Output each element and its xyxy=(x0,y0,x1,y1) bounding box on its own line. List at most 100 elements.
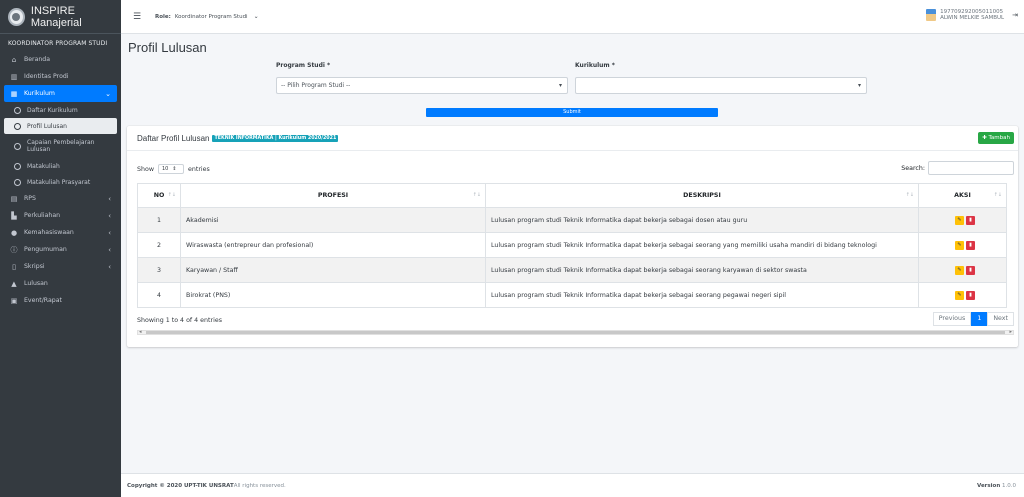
user-menu[interactable]: 197709292005011005 ALWIN MELKIE SAMBUL ⇥ xyxy=(926,9,1018,21)
chevron-down-icon: ⌄ xyxy=(105,89,111,98)
tambah-button[interactable]: ✚ Tambah xyxy=(978,132,1014,144)
profil-table: NO ↑↓ PROFESI ↑↓ DESKRIPSI ↑↓ AKSI ↑↓ 1 Akad… xyxy=(137,183,1007,308)
horizontal-scrollbar[interactable]: ◂ ▸ xyxy=(137,329,1014,335)
user-name: ALWIN MELKIE SAMBUL xyxy=(940,15,1005,21)
footer-version: Version 1.0.0 xyxy=(977,483,1016,489)
pagination-previous[interactable]: Previous xyxy=(932,312,972,326)
chevron-down-icon: ▾ xyxy=(857,82,861,89)
sidebar-item-label: Kurikulum xyxy=(24,90,55,97)
edit-icon[interactable]: ✎ xyxy=(955,215,964,225)
column-header-no[interactable]: NO ↑↓ xyxy=(137,183,181,208)
sidebar-item-rps[interactable]: ▤ RPS ‹ xyxy=(4,190,117,207)
sidebar-item-kemahasiswaan[interactable]: ● Kemahasiswaan ‹ xyxy=(4,224,117,241)
pagination-next[interactable]: Next xyxy=(987,312,1014,326)
cell-deskripsi: Lulusan program studi Teknik Informatika… xyxy=(485,232,919,258)
scrollbar-thumb[interactable] xyxy=(146,331,1005,334)
search-label: Search: xyxy=(901,164,925,172)
sidebar-subitem-matakuliah-prasyarat[interactable]: Matakuliah Prasyarat xyxy=(4,174,117,190)
graduation-cap-icon: ▲ xyxy=(11,279,17,288)
submit-button[interactable]: Submit xyxy=(426,108,718,117)
sidebar-item-perkuliahan[interactable]: ▙ Perkuliahan ‹ xyxy=(4,207,117,224)
sidebar-subitem-label: Daftar Kurikulum xyxy=(27,106,78,114)
chevron-updown-icon: ⇕ xyxy=(172,166,177,172)
cell-no: 3 xyxy=(137,257,181,283)
chevron-left-icon: ‹ xyxy=(108,194,111,203)
sidebar-item-pengumuman[interactable]: ⓘ Pengumuman ‹ xyxy=(4,241,117,258)
show-label: Show xyxy=(137,165,154,173)
circle-icon xyxy=(14,178,21,186)
brand[interactable]: INSPIRE Manajerial xyxy=(0,0,121,34)
search-control: Search: xyxy=(901,161,1014,175)
program-studi-select[interactable]: -- Pilih Program Studi -- ▾ xyxy=(276,77,568,94)
entries-label: entries xyxy=(188,165,210,173)
sidebar-subitem-matakuliah[interactable]: Matakuliah xyxy=(4,158,117,174)
version-number: 1.0.0 xyxy=(1002,482,1016,489)
logout-icon[interactable]: ⇥ xyxy=(1012,11,1018,19)
cell-aksi: ✎ ▮ xyxy=(918,282,1007,308)
sidebar-item-event-rapat[interactable]: ▣ Event/Rapat xyxy=(4,292,117,309)
sidebar-item-beranda[interactable]: ⌂ Beranda xyxy=(4,51,117,68)
cell-no: 4 xyxy=(137,282,181,308)
sidebar-item-label: Kemahasiswaan xyxy=(24,229,74,236)
teacher-icon: ▙ xyxy=(11,211,17,220)
sidebar-subitem-profil-lulusan[interactable]: Profil Lulusan xyxy=(4,118,117,134)
scroll-right-icon[interactable]: ▸ xyxy=(1009,329,1012,335)
trash-icon[interactable]: ▮ xyxy=(966,265,975,275)
table-row: 4 Birokrat (PNS) Lulusan program studi T… xyxy=(137,282,1007,308)
trash-icon[interactable]: ▮ xyxy=(966,290,975,300)
kurikulum-label: Kurikulum * xyxy=(575,62,615,69)
program-studi-label: Program Studi * xyxy=(276,62,331,69)
footer: Copyright © 2020 UPT-TIK UNSRAT All righ… xyxy=(121,473,1024,497)
sidebar-item-label: Event/Rapat xyxy=(24,297,62,304)
sidebar-subitem-label: Capaian Pembelajaran Lulusan xyxy=(27,139,95,153)
column-header-aksi[interactable]: AKSI ↑↓ xyxy=(918,183,1007,208)
cell-profesi: Wiraswasta (entrepreur dan profesional) xyxy=(180,232,486,258)
cell-deskripsi: Lulusan program studi Teknik Informatika… xyxy=(485,257,919,283)
trash-icon[interactable]: ▮ xyxy=(966,240,975,250)
trash-icon[interactable]: ▮ xyxy=(966,215,975,225)
cell-deskripsi: Lulusan program studi Teknik Informatika… xyxy=(485,282,919,308)
chevron-down-icon: ▾ xyxy=(558,82,562,89)
sidebar-item-lulusan[interactable]: ▲ Lulusan xyxy=(4,275,117,292)
search-input[interactable] xyxy=(928,161,1014,175)
sidebar-subitem-label: Profil Lulusan xyxy=(27,122,67,130)
institution-icon: ▥ xyxy=(10,72,18,81)
edit-icon[interactable]: ✎ xyxy=(955,290,964,300)
circle-icon xyxy=(14,122,21,130)
sidebar-item-identitas-prodi[interactable]: ▥ Identitas Prodi xyxy=(4,68,117,85)
sidebar-item-label: Beranda xyxy=(24,56,51,63)
length-select[interactable]: 10 ⇕ xyxy=(158,164,184,174)
sidebar-item-skripsi[interactable]: ▯ Skripsi ‹ xyxy=(4,258,117,275)
sidebar-subitem-capaian[interactable]: Capaian Pembelajaran Lulusan xyxy=(4,134,117,158)
info-icon: ⓘ xyxy=(10,245,18,254)
role-label: Role: xyxy=(155,13,171,20)
cell-deskripsi: Lulusan program studi Teknik Informatika… xyxy=(485,207,919,233)
sidebar-item-label: RPS xyxy=(24,195,36,202)
file-icon: ▯ xyxy=(12,262,16,271)
edit-icon[interactable]: ✎ xyxy=(955,240,964,250)
column-header-profesi[interactable]: PROFESI ↑↓ xyxy=(180,183,486,208)
card-title: Daftar Profil Lulusan xyxy=(137,133,210,143)
card-header: Daftar Profil Lulusan TEKNIK INFORMATIKA… xyxy=(127,126,1018,151)
sort-icon: ↑↓ xyxy=(472,192,481,198)
column-header-deskripsi[interactable]: DESKRIPSI ↑↓ xyxy=(485,183,919,208)
pagination-page-1[interactable]: 1 xyxy=(971,312,988,326)
scroll-left-icon[interactable]: ◂ xyxy=(139,329,142,335)
table-header-row: NO ↑↓ PROFESI ↑↓ DESKRIPSI ↑↓ AKSI ↑↓ xyxy=(137,183,1007,208)
edit-icon[interactable]: ✎ xyxy=(955,265,964,275)
menu-toggle-icon[interactable]: ☰ xyxy=(125,12,149,22)
cell-no: 1 xyxy=(137,207,181,233)
chevron-left-icon: ‹ xyxy=(108,262,111,271)
page-title: Profil Lulusan xyxy=(128,40,207,55)
kurikulum-select[interactable]: ▾ xyxy=(575,77,867,94)
sidebar-item-kurikulum[interactable]: ▦ Kurikulum ⌄ xyxy=(4,85,117,102)
sidebar-item-label: Identitas Prodi xyxy=(24,73,69,80)
role-select[interactable]: Koordinator Program Studi ⌄ xyxy=(175,13,259,20)
users-icon: ● xyxy=(10,228,18,237)
cell-profesi: Karyawan / Staff xyxy=(180,257,486,283)
cell-aksi: ✎ ▮ xyxy=(918,207,1007,233)
kurikulum-badge: TEKNIK INFORMATIKA | Kurikulum 2020/2021 xyxy=(212,134,339,142)
sidebar-subitem-daftar-kurikulum[interactable]: Daftar Kurikulum xyxy=(4,102,117,118)
footer-copyright: Copyright © 2020 UPT-TIK UNSRAT xyxy=(127,482,234,489)
sidebar-item-label: Perkuliahan xyxy=(24,212,61,219)
